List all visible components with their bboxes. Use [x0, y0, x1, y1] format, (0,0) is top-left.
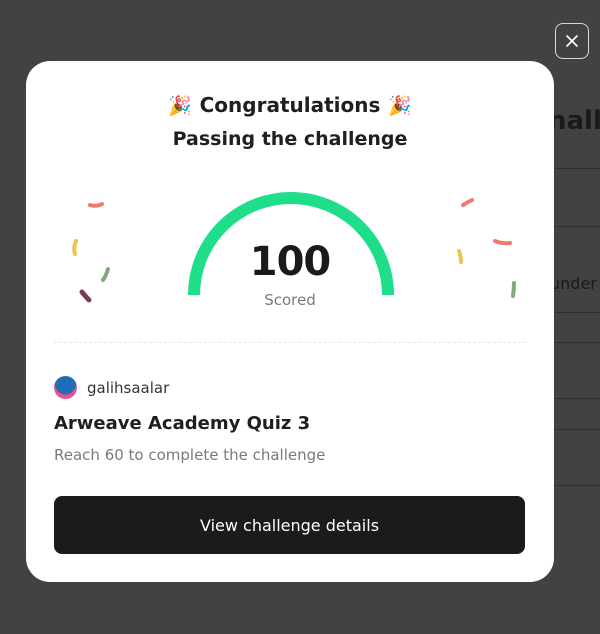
- background-divider: [548, 226, 600, 227]
- view-challenge-details-button[interactable]: View challenge details: [54, 496, 525, 554]
- confetti-right: [457, 198, 516, 298]
- challenge-author: galihsaalar: [54, 376, 169, 399]
- avatar: [54, 376, 77, 399]
- background-divider: [548, 168, 600, 169]
- background-divider: [548, 485, 600, 486]
- party-popper-icon: 🎉: [388, 94, 413, 117]
- section-divider: [54, 342, 526, 343]
- party-popper-icon: 🎉: [167, 94, 192, 117]
- modal-title: 🎉 Congratulations 🎉: [26, 93, 554, 117]
- background-page-title: nall: [548, 106, 600, 136]
- background-row-text: under: [550, 274, 597, 293]
- background-divider: [548, 312, 600, 313]
- quiz-description: Reach 60 to complete the challenge: [54, 446, 326, 464]
- modal-title-text: Congratulations: [199, 93, 381, 117]
- author-username: galihsaalar: [87, 378, 170, 397]
- background-divider: [548, 429, 600, 430]
- confetti-left: [72, 202, 110, 303]
- close-icon: [566, 35, 578, 47]
- challenge-result-modal: 🎉 Congratulations 🎉 Passing the challeng…: [26, 61, 554, 582]
- close-button[interactable]: [555, 23, 589, 59]
- background-divider: [548, 398, 600, 399]
- modal-subtitle: Passing the challenge: [172, 128, 408, 150]
- background-divider: [548, 342, 600, 343]
- quiz-title: Arweave Academy Quiz 3: [54, 413, 311, 434]
